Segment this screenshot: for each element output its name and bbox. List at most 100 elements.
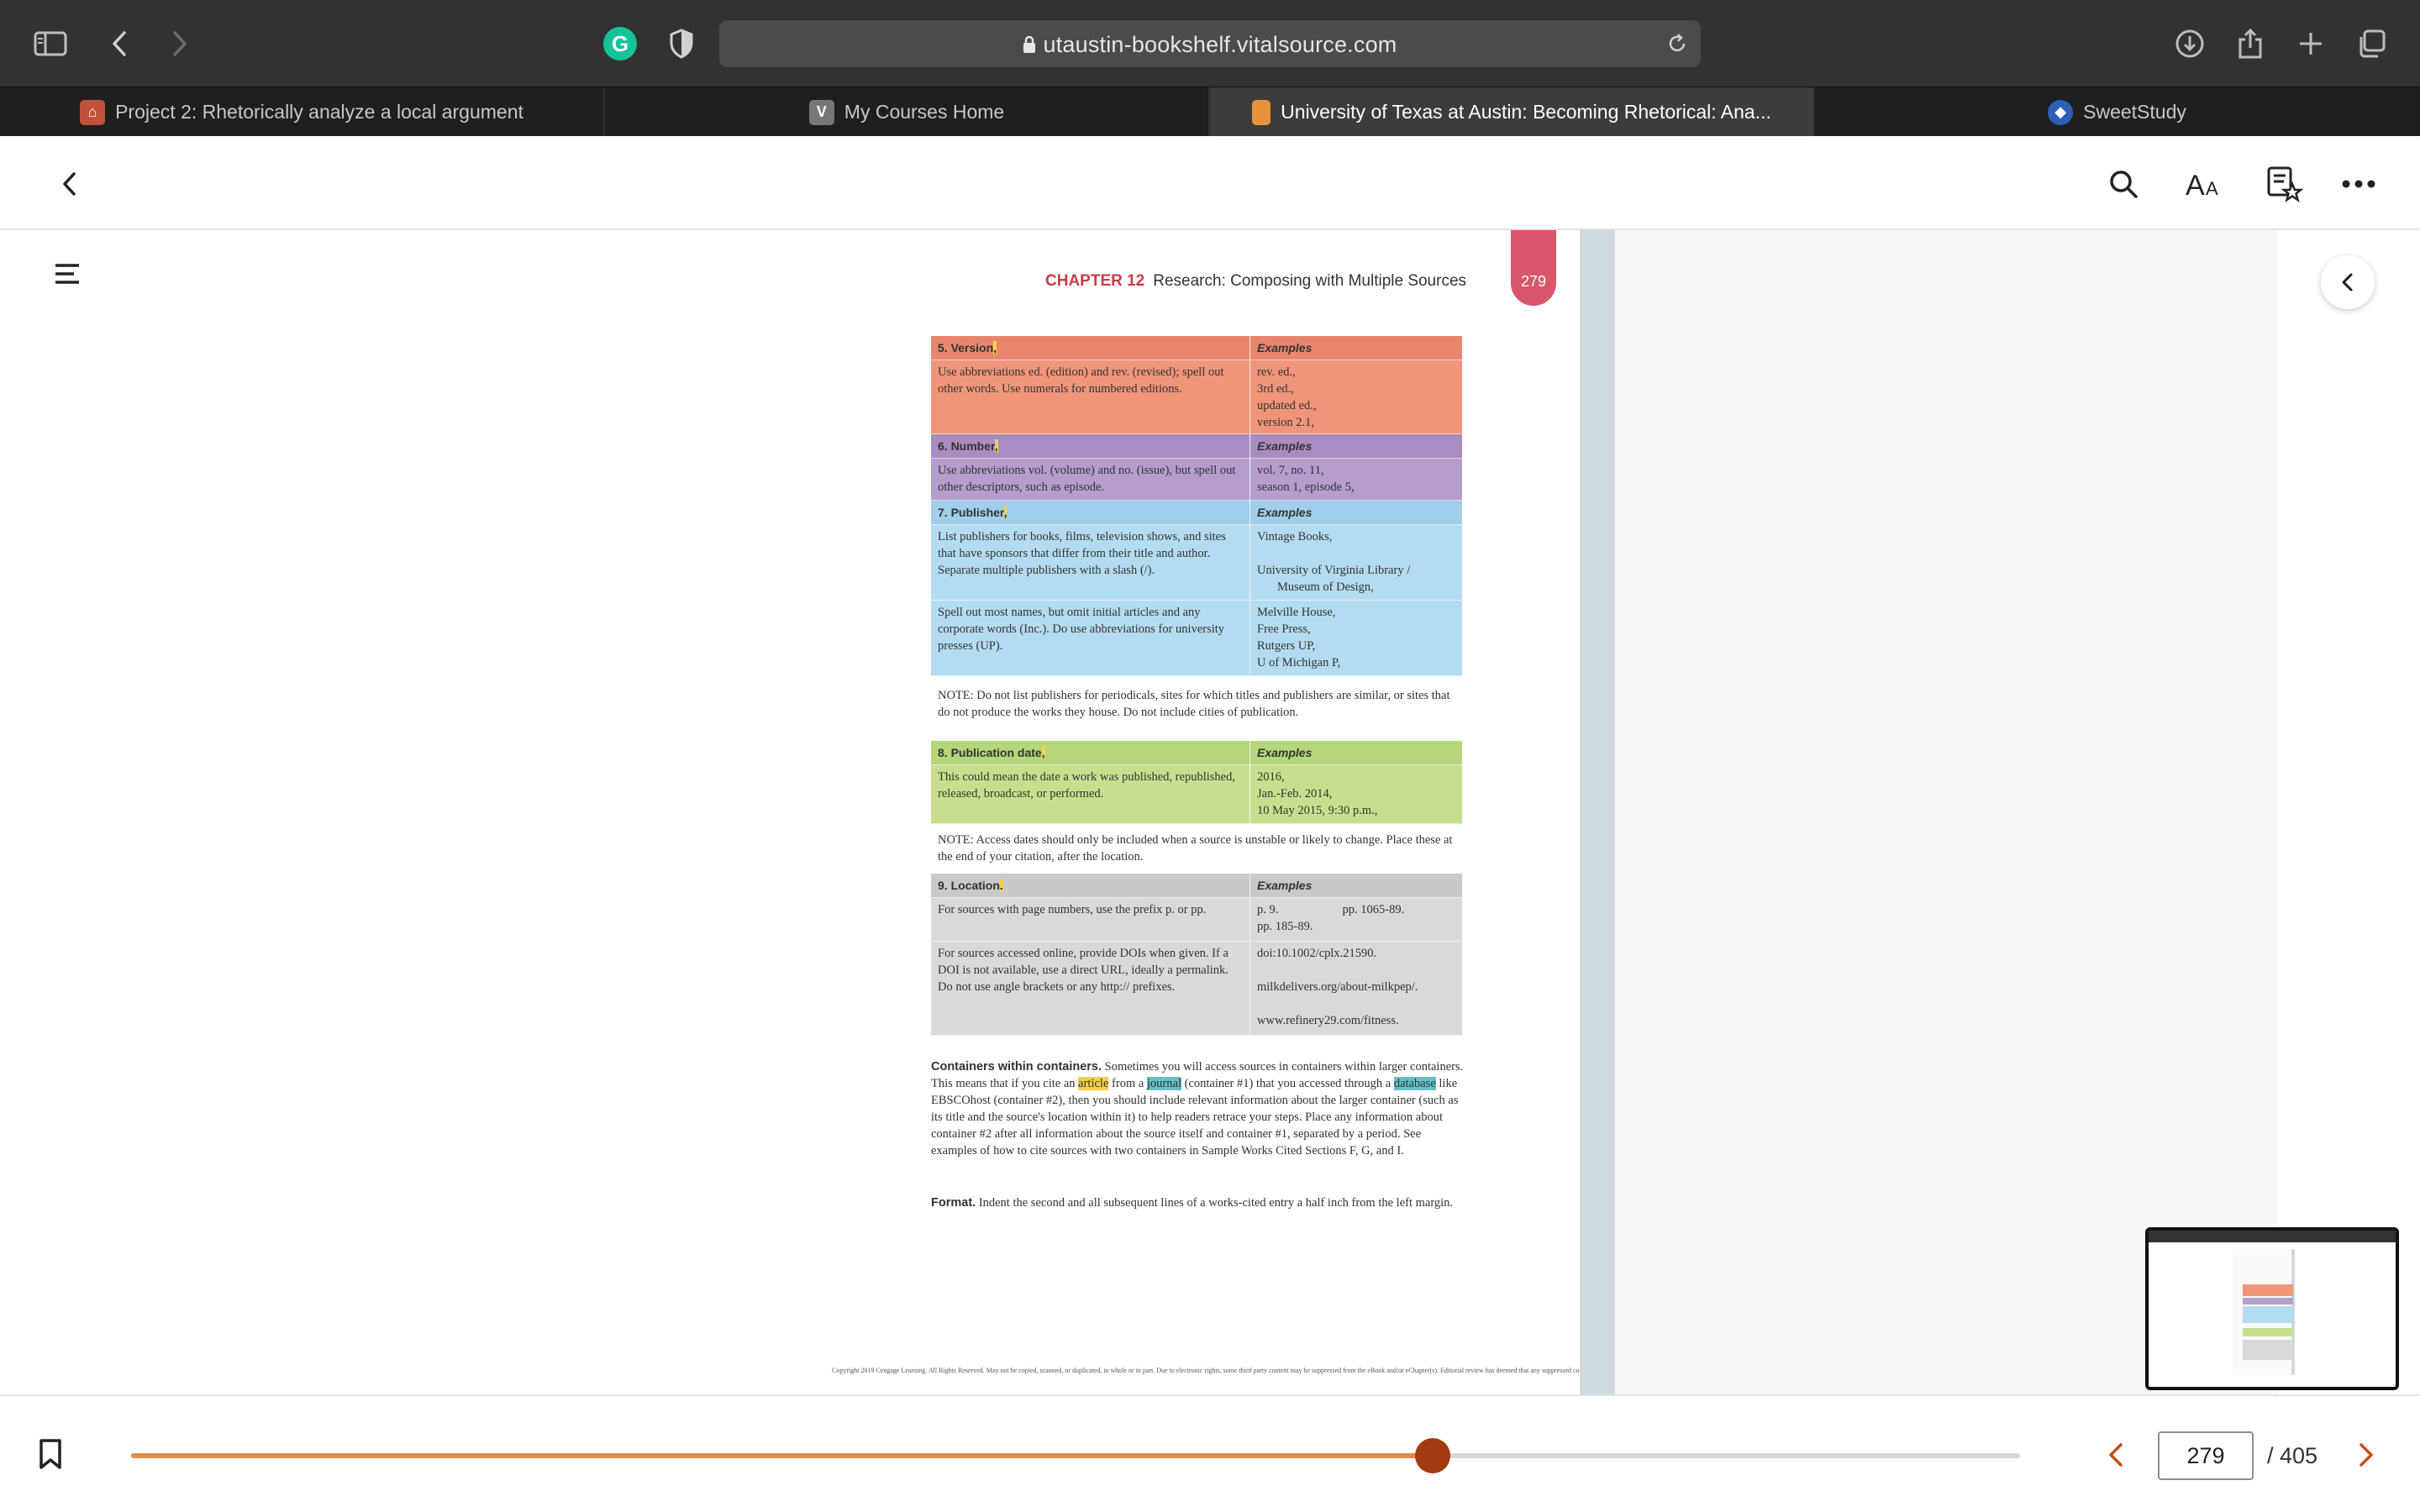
example-line: updated ed., xyxy=(1257,399,1317,412)
paragraph-text: from a xyxy=(1112,1077,1144,1090)
forward-icon[interactable] xyxy=(161,25,198,62)
previous-page-button[interactable] xyxy=(2099,1435,2133,1475)
format-heading: Format. xyxy=(931,1196,976,1210)
table-row: Use abbreviations vol. (volume) and no. … xyxy=(931,459,1462,501)
example-line: rev. ed., xyxy=(1257,365,1296,379)
sidebar-toggle-icon[interactable] xyxy=(32,25,69,62)
share-icon[interactable] xyxy=(2232,25,2269,62)
example-line: Vintage Books, xyxy=(1257,530,1333,543)
sweetstudy-favicon-icon: ◆ xyxy=(2048,99,2074,125)
example-line: vol. 7, no. 11, xyxy=(1257,464,1324,477)
examples-header: Examples xyxy=(1257,439,1313,453)
text-size-button[interactable]: AA xyxy=(2183,163,2225,205)
table-row: This could mean the date a work was publ… xyxy=(931,765,1462,824)
tab-label: University of Texas at Austin: Becoming … xyxy=(1281,101,1771,123)
book-favicon-icon xyxy=(1252,99,1271,125)
rule-cell: For sources with page numbers, use the p… xyxy=(931,898,1250,941)
table-row: List publishers for books, films, televi… xyxy=(931,525,1462,601)
reader-body: CHAPTER 12 Research: Composing with Multi… xyxy=(0,230,2420,1394)
tab-label: SweetStudy xyxy=(2083,101,2186,123)
address-bar[interactable]: utaustin-bookshelf.vitalsource.com xyxy=(719,20,1701,67)
new-tab-icon[interactable] xyxy=(2292,25,2329,62)
table-header-row: 6. Number, Examples xyxy=(931,434,1462,459)
page-progress-slider[interactable] xyxy=(131,1438,2020,1473)
highlight-journal[interactable]: journal xyxy=(1146,1077,1181,1090)
vitalsource-favicon-icon: V xyxy=(808,99,834,125)
list-star-icon xyxy=(2267,166,2303,202)
more-options-button[interactable] xyxy=(2338,163,2380,205)
privacy-shield-icon[interactable] xyxy=(663,25,700,62)
table-row: For sources with page numbers, use the p… xyxy=(931,898,1462,942)
table-row: For sources accessed online, provide DOI… xyxy=(931,942,1462,1036)
table-header-row: 9. Location. Examples xyxy=(931,874,1462,898)
rule-cell: Use abbreviations vol. (volume) and no. … xyxy=(931,459,1250,500)
examples-cell: doi:10.1002/cplx.21590. milkdelivers.org… xyxy=(1250,942,1462,1035)
location-table: 9. Location. Examples For sources with p… xyxy=(931,874,1462,1036)
hamburger-icon xyxy=(55,264,79,284)
publisher-note: NOTE: Do not list publishers for periodi… xyxy=(938,689,1450,719)
browser-toolbar: G utaustin-bookshelf.vitalsource.com xyxy=(0,0,2420,87)
notes-bookmarks-button[interactable] xyxy=(2264,163,2306,205)
reload-icon[interactable] xyxy=(1665,32,1689,55)
chevron-left-icon xyxy=(2342,273,2353,291)
picture-in-picture-thumbnail[interactable] xyxy=(2145,1227,2399,1390)
rule-cell: List publishers for books, films, televi… xyxy=(931,525,1250,600)
copyright-notice: Copyright 2019 Cengage Learning. All Rig… xyxy=(832,1367,1580,1374)
example-line: 10 May 2015, 9:30 p.m., xyxy=(1257,804,1378,817)
next-page-button[interactable] xyxy=(2349,1435,2383,1475)
examples-cell: Melville House, Free Press, Rutgers UP, … xyxy=(1250,601,1462,675)
examples-cell: p. 9. pp. 1065-89. pp. 185-89. xyxy=(1250,898,1462,941)
reader-back-button[interactable] xyxy=(49,163,91,205)
tab-sweetstudy[interactable]: ◆ SweetStudy xyxy=(1815,87,2419,137)
table-header-row: 5. Version, Examples xyxy=(931,336,1462,360)
highlight-article[interactable]: article xyxy=(1078,1077,1109,1090)
reader-header: AA xyxy=(0,136,2420,230)
table-row: Use abbreviations ed. (edition) and rev.… xyxy=(931,360,1462,434)
examples-header: Examples xyxy=(1257,506,1313,519)
version-table: 5. Version, Examples Use abbreviations e… xyxy=(931,336,1462,676)
bookmark-button[interactable] xyxy=(39,1438,69,1472)
highlight-database[interactable]: database xyxy=(1393,1077,1436,1090)
tab-overview-icon[interactable] xyxy=(2353,25,2390,62)
search-button[interactable] xyxy=(2102,163,2144,205)
rule-cell: This could mean the date a work was publ… xyxy=(931,765,1250,823)
page-edge xyxy=(1580,230,1615,1394)
rule-cell: For sources accessed online, provide DOI… xyxy=(931,942,1250,1035)
svg-text:A: A xyxy=(2186,170,2205,198)
search-icon xyxy=(2110,171,2138,198)
progress-slider-handle[interactable] xyxy=(1415,1438,1450,1473)
svg-text:A: A xyxy=(2206,178,2218,198)
example-line: Rutgers UP, xyxy=(1257,639,1316,653)
tab-becoming-rhetorical[interactable]: University of Texas at Austin: Becoming … xyxy=(1210,87,1814,137)
example-line: University of Virginia Library / xyxy=(1257,564,1411,577)
grammarly-extension-icon[interactable]: G xyxy=(603,27,637,60)
back-icon[interactable] xyxy=(101,25,138,62)
table-of-contents-button[interactable] xyxy=(54,262,91,299)
running-header: CHAPTER 12 Research: Composing with Multi… xyxy=(1045,272,1466,291)
example-line: Free Press, xyxy=(1257,622,1311,636)
tab-bar: ⌂ Project 2: Rhetorically analyze a loca… xyxy=(0,87,2420,137)
downloads-icon[interactable] xyxy=(2171,25,2208,62)
url-value: utaustin-bookshelf.vitalsource.com xyxy=(1043,32,1397,57)
section-header: 8. Publication date xyxy=(938,746,1042,759)
tab-project-2[interactable]: ⌂ Project 2: Rhetorically analyze a loca… xyxy=(0,87,604,137)
example-line: pp. 185-89. xyxy=(1257,920,1313,933)
tab-my-courses-home[interactable]: V My Courses Home xyxy=(605,87,1209,137)
example-line: Jan.-Feb. 2014, xyxy=(1257,787,1333,801)
page-number: 279 xyxy=(1520,273,1547,290)
example-line: www.refinery29.com/fitness. xyxy=(1257,1014,1399,1027)
progress-fill xyxy=(131,1453,1433,1458)
examples-cell: vol. 7, no. 11, season 1, episode 5, xyxy=(1250,459,1462,500)
access-date-note: NOTE: Access dates should only be includ… xyxy=(938,833,1453,864)
examples-header: Examples xyxy=(1257,879,1313,892)
example-line: 3rd ed., xyxy=(1257,382,1294,396)
examples-cell: Vintage Books, University of Virginia Li… xyxy=(1250,525,1462,600)
font-size-icon: AA xyxy=(2186,170,2218,198)
reader-footer: / 405 xyxy=(0,1394,2420,1512)
paragraph-text: Indent the second and all subsequent lin… xyxy=(978,1196,1454,1210)
collapse-panel-button[interactable] xyxy=(2321,255,2375,309)
page-number-tab: 279 xyxy=(1511,230,1556,306)
chevron-right-icon xyxy=(2360,1443,2373,1467)
example-line: U of Michigan P, xyxy=(1257,656,1341,669)
page-number-input[interactable] xyxy=(2158,1431,2254,1480)
